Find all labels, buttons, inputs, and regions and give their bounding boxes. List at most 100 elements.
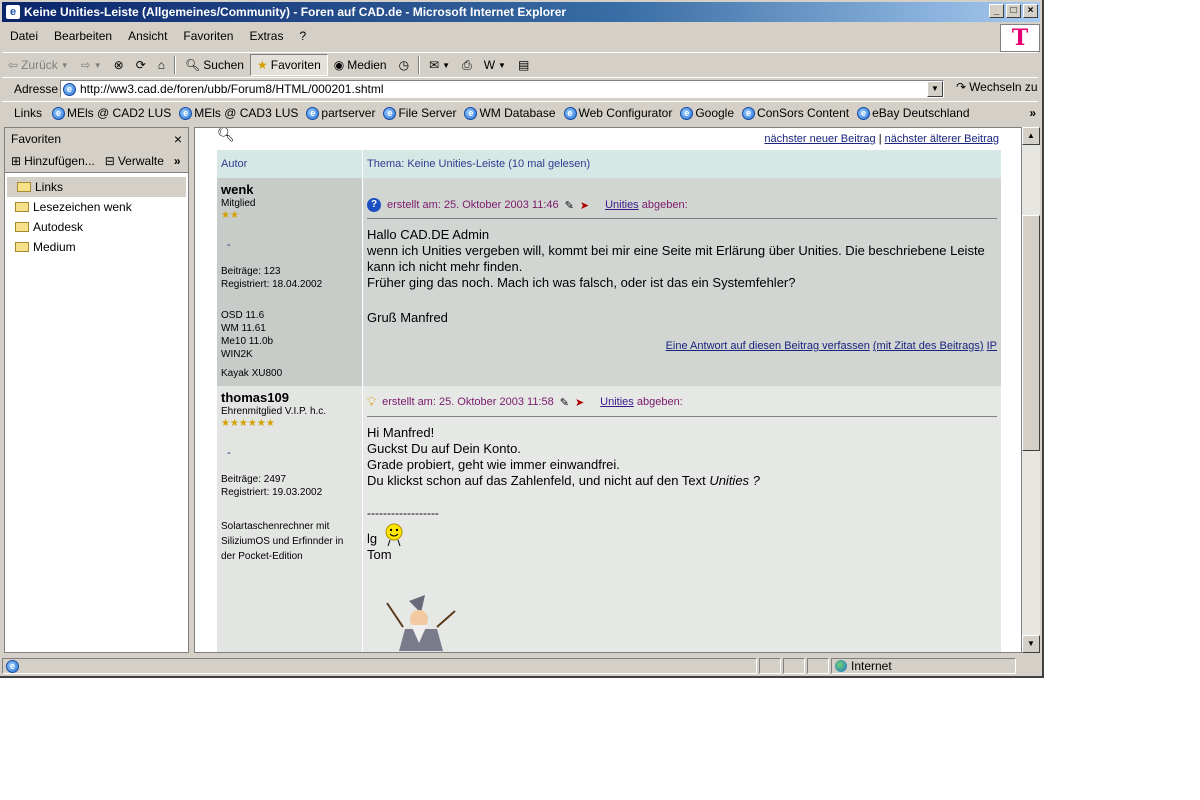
edit-post-icon[interactable]: ✎	[560, 396, 569, 409]
menu-bearbeiten[interactable]: Bearbeiten	[46, 29, 120, 43]
post-author[interactable]: wenk	[221, 182, 358, 197]
author-rank: Ehrenmitglied V.I.P. h.c.	[221, 406, 327, 417]
post-count: Beiträge: 2497	[221, 474, 287, 485]
chevron-down-icon: ▼	[93, 60, 102, 70]
author-dash: -	[227, 239, 231, 251]
add-favorite-icon: ⊞	[11, 154, 22, 168]
link-item[interactable]: e MEls @ CAD2 LUS	[48, 106, 175, 120]
folder-icon	[15, 202, 29, 212]
scrollbar-thumb[interactable]	[1022, 215, 1040, 451]
history-button[interactable]: ◷	[393, 55, 415, 75]
manage-favorites-button[interactable]: ⊟ Verwalte	[105, 154, 164, 168]
link-item[interactable]: e eBay Deutschland	[853, 106, 973, 120]
post-author[interactable]: thomas109	[221, 390, 358, 405]
organize-icon: ⊟	[104, 154, 115, 168]
link-item[interactable]: e MEls @ CAD3 LUS	[175, 106, 302, 120]
menu-bar: Datei Bearbeiten Ansicht Favoriten Extra…	[2, 24, 997, 48]
close-button[interactable]: ×	[1023, 4, 1038, 18]
menu-extras[interactable]: Extras	[241, 29, 291, 43]
thread-navigation: nächster neuer Beitrag | nächster ältere…	[764, 133, 999, 145]
scroll-up-button[interactable]: ▲	[1022, 127, 1040, 145]
forward-arrow-icon: ⇨	[80, 58, 91, 72]
edit-button[interactable]: W ▼	[478, 55, 512, 75]
registration-date: Registriert: 18.04.2002	[221, 279, 323, 290]
unities-link[interactable]: Unities	[605, 199, 639, 211]
chevron-right-icon[interactable]: »	[174, 154, 181, 168]
ie-page-icon: e	[857, 106, 871, 120]
link-item[interactable]: e Google	[676, 106, 738, 120]
signature-line: SiliziumOS und Erfinnder in	[221, 536, 344, 547]
folder-lesezeichen-wenk[interactable]: Lesezeichen wenk	[5, 197, 188, 217]
ip-link[interactable]: IP	[987, 340, 997, 352]
media-icon: ◉	[333, 58, 345, 72]
link-item[interactable]: e WM Database	[460, 106, 559, 120]
address-dropdown[interactable]: ▼	[927, 81, 943, 97]
link-item[interactable]: e partserver	[302, 106, 379, 120]
zone-label: Internet	[851, 659, 892, 673]
add-favorite-button[interactable]: ⊞ Hinzufügen...	[11, 154, 95, 168]
link-item[interactable]: e File Server	[379, 106, 460, 120]
refresh-button[interactable]: ⟳	[130, 55, 152, 75]
newer-post-link[interactable]: nächster neuer Beitrag	[764, 133, 875, 145]
scroll-down-button[interactable]: ▼	[1022, 635, 1040, 653]
reply-post-icon[interactable]: ➤	[580, 199, 589, 212]
post-timestamp: erstellt am: 25. Oktober 2003 11:46	[387, 199, 559, 211]
quote-reply-link[interactable]: (mit Zitat des Beitrags)	[873, 340, 984, 352]
signature-line: Kayak XU800	[221, 368, 283, 379]
menu-ansicht[interactable]: Ansicht	[120, 29, 175, 43]
question-icon: ?	[367, 198, 381, 212]
mail-button[interactable]: ✉ ▼	[423, 55, 456, 75]
smiley-icon	[385, 523, 403, 547]
ie-page-icon: e	[742, 106, 756, 120]
address-input[interactable]: e http://ww3.cad.de/foren/ubb/Forum8/HTM…	[60, 80, 944, 98]
close-icon[interactable]: ×	[174, 131, 182, 147]
telekom-logo: T	[1000, 24, 1040, 52]
menu-datei[interactable]: Datei	[2, 29, 46, 43]
older-post-link[interactable]: nächster älterer Beitrag	[885, 133, 999, 145]
word-icon: W	[483, 58, 496, 72]
link-item[interactable]: e ConSors Content	[738, 106, 853, 120]
rating-stars: ★★	[221, 210, 239, 221]
page-status-icon: e	[6, 659, 19, 673]
media-button[interactable]: ◉ Medien	[328, 55, 393, 75]
home-button[interactable]: ⌂	[152, 55, 171, 75]
favorites-button[interactable]: ★ Favoriten	[249, 54, 328, 76]
menu-favoriten[interactable]: Favoriten	[175, 29, 241, 43]
ie-page-icon: e	[464, 106, 478, 120]
stop-button[interactable]: ⊗	[108, 55, 130, 75]
edit-post-icon[interactable]: ✎	[565, 199, 574, 212]
address-label: Adresse	[14, 82, 59, 96]
forward-button[interactable]: ⇨ ▼	[75, 55, 108, 75]
go-button[interactable]: ↷ Wechseln zu	[956, 80, 1038, 94]
discuss-button[interactable]: ▤	[512, 55, 535, 75]
vertical-scrollbar[interactable]: ▲ ▼	[1022, 127, 1040, 653]
post-row: thomas109 Ehrenmitglied V.I.P. h.c. ★★★★…	[217, 386, 1001, 652]
browser-window: e Keine Unities-Leiste (Allgemeines/Comm…	[0, 0, 1044, 678]
maximize-button[interactable]: □	[1006, 4, 1021, 18]
print-button[interactable]: ⎙	[456, 55, 478, 75]
menu-help[interactable]: ?	[291, 29, 314, 43]
ie-page-icon: e	[52, 106, 66, 120]
wizard-icon	[386, 595, 456, 651]
favorites-title: Favoriten	[11, 132, 62, 146]
folder-links[interactable]: Links	[7, 177, 186, 197]
chevron-down-icon: ▼	[60, 60, 69, 70]
minimize-button[interactable]: _	[989, 4, 1004, 18]
folder-medium[interactable]: Medium	[5, 237, 188, 257]
search-icon[interactable]: 🔍︎	[217, 128, 235, 143]
reply-post-icon[interactable]: ➤	[575, 396, 584, 409]
reply-link[interactable]: Eine Antwort auf diesen Beitrag verfasse…	[666, 340, 870, 352]
unities-link[interactable]: Unities	[600, 396, 634, 408]
registration-date: Registriert: 19.03.2002	[221, 487, 323, 498]
search-button[interactable]: 🔍︎ Suchen	[179, 55, 250, 75]
link-item[interactable]: e Web Configurator	[560, 106, 677, 120]
favorites-panel: Favoriten × ⊞ Hinzufügen... ⊟ Verwalte » L…	[4, 127, 189, 653]
stop-icon: ⊗	[113, 58, 124, 72]
links-bar: Links e MEls @ CAD2 LUS e MEls @ CAD3 LUS …	[2, 101, 1038, 124]
back-button[interactable]: ⇦ Zurück ▼	[2, 55, 75, 75]
chevron-right-icon[interactable]: »	[1029, 106, 1036, 120]
search-label: Suchen	[203, 58, 244, 72]
signature-line: OSD 11.6	[221, 310, 265, 321]
media-label: Medien	[347, 58, 387, 72]
folder-autodesk[interactable]: Autodesk	[5, 217, 188, 237]
